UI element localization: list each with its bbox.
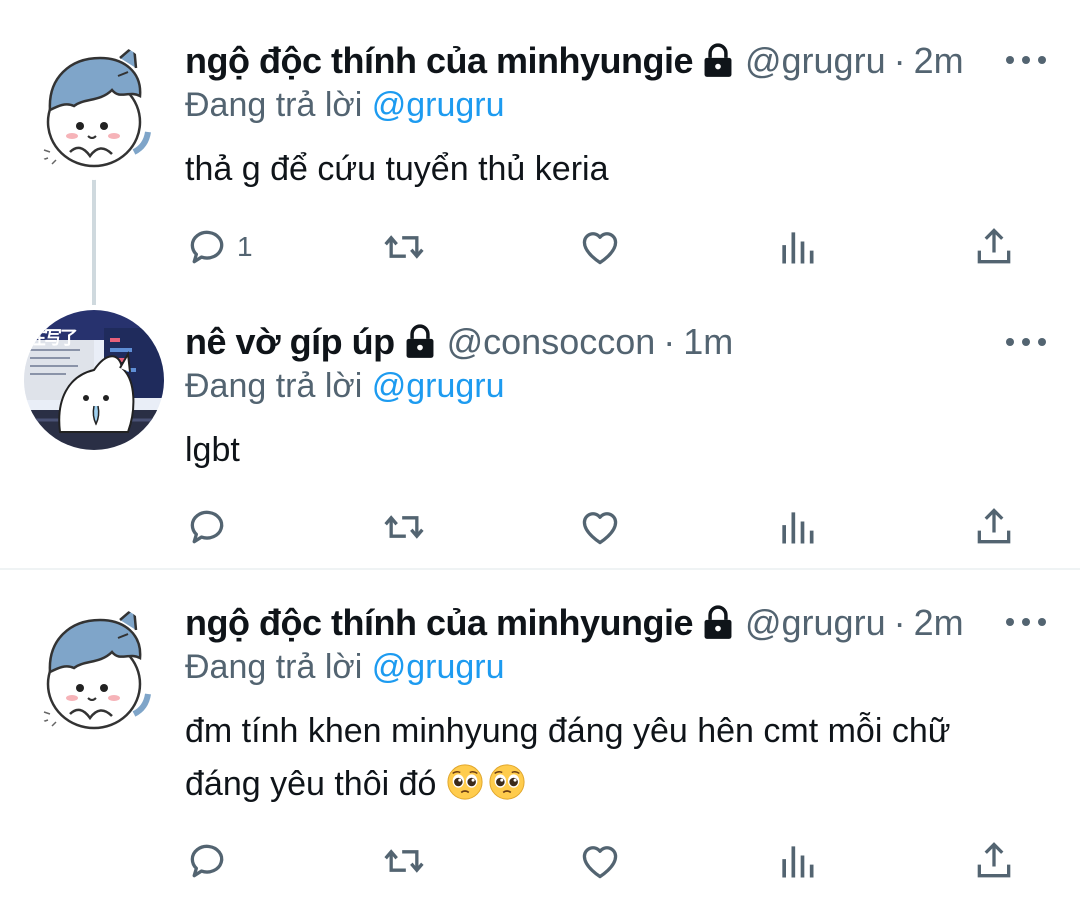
text-line: thả g để cứu tuyển thủ keria: [185, 150, 609, 188]
share-icon: [972, 839, 1016, 883]
reply-icon: [185, 505, 229, 549]
separator: ·: [893, 40, 906, 81]
more-icon[interactable]: [1006, 612, 1046, 632]
reply-prefix: Đang trả lời: [185, 367, 363, 405]
like-icon: [578, 225, 622, 269]
tweet[interactable]: ngộ độc thính của minhyungie @grugru · 2…: [0, 570, 1080, 897]
tweet[interactable]: ngộ độc thính của minhyungie @grugru · 2…: [0, 0, 1080, 305]
more-icon[interactable]: [1006, 50, 1046, 70]
views-button[interactable]: [775, 502, 819, 552]
avatar[interactable]: [24, 602, 164, 742]
tweet-header: nê vờ gíp úp @consoccon · 1m: [185, 317, 980, 367]
views-icon: [775, 225, 819, 269]
reply-button[interactable]: 1: [185, 222, 253, 272]
replying-to: Đang trả lời @grugru: [185, 86, 505, 125]
text-line: đm tính khen minhyung đáng yêu hên cmt m…: [185, 712, 951, 750]
like-button[interactable]: [578, 222, 622, 272]
pleading-face-emoji: [446, 763, 484, 801]
reply-count: 1: [237, 231, 253, 262]
reply-button[interactable]: [185, 836, 229, 886]
text-line: đáng yêu thôi đó: [185, 765, 437, 803]
reply-prefix: Đang trả lời: [185, 648, 363, 686]
display-name[interactable]: ngộ độc thính của minhyungie: [185, 602, 693, 644]
timestamp[interactable]: 2m: [914, 40, 964, 82]
retweet-button[interactable]: [382, 502, 426, 552]
reply-prefix: Đang trả lời: [185, 86, 363, 124]
avatar[interactable]: [24, 40, 164, 180]
timestamp[interactable]: 2m: [914, 602, 964, 644]
handle[interactable]: @grugru: [745, 40, 886, 82]
separator: ·: [893, 602, 906, 643]
like-button[interactable]: [578, 502, 622, 552]
replying-to: Đang trả lời @grugru: [185, 648, 505, 687]
views-icon: [775, 839, 819, 883]
share-icon: [972, 505, 1016, 549]
action-bar: [0, 836, 1080, 886]
handle[interactable]: @consoccon: [447, 321, 656, 363]
text-line: lgbt: [185, 431, 240, 469]
reply-button[interactable]: [185, 502, 229, 552]
tweet[interactable]: 在写了 nê vờ gíp úp @consoccon · 1m Đang tr…: [0, 300, 1080, 568]
tweet-text: thả g để cứu tuyển thủ keria: [185, 143, 1020, 196]
more-icon[interactable]: [1006, 332, 1046, 352]
retweet-icon: [382, 839, 426, 883]
tweet-text: đm tính khen minhyung đáng yêu hên cmt m…: [185, 705, 1020, 811]
retweet-icon: [382, 505, 426, 549]
views-button[interactable]: [775, 222, 819, 272]
lock-icon: [699, 42, 737, 80]
retweet-icon: [382, 225, 426, 269]
action-bar: 1: [0, 222, 1080, 272]
share-button[interactable]: [972, 502, 1016, 552]
tweet-text: lgbt: [185, 424, 1020, 477]
pleading-face-emoji: [488, 763, 526, 801]
lock-icon: [699, 604, 737, 642]
tweet-header: ngộ độc thính của minhyungie @grugru · 2…: [185, 598, 980, 648]
retweet-button[interactable]: [382, 836, 426, 886]
views-button[interactable]: [775, 836, 819, 886]
text-line-with-emoji: đáng yêu thôi đó: [185, 758, 1020, 811]
action-bar: [0, 502, 1080, 552]
retweet-button[interactable]: [382, 222, 426, 272]
tweet-header: ngộ độc thính của minhyungie @grugru · 2…: [185, 36, 980, 86]
display-name[interactable]: ngộ độc thính của minhyungie: [185, 40, 693, 82]
timestamp[interactable]: 1m: [683, 321, 733, 363]
share-button[interactable]: [972, 222, 1016, 272]
share-icon: [972, 225, 1016, 269]
mention-link[interactable]: @grugru: [372, 648, 505, 686]
avatar[interactable]: 在写了: [24, 310, 164, 450]
separator: ·: [663, 321, 676, 362]
lock-icon: [401, 323, 439, 361]
like-icon: [578, 505, 622, 549]
like-icon: [578, 839, 622, 883]
handle[interactable]: @grugru: [745, 602, 886, 644]
avatar-chinese-text: 在写了: [28, 328, 78, 349]
like-button[interactable]: [578, 836, 622, 886]
replying-to: Đang trả lời @grugru: [185, 367, 505, 406]
mention-link[interactable]: @grugru: [372, 367, 505, 405]
display-name[interactable]: nê vờ gíp úp: [185, 321, 395, 363]
reply-icon: [185, 839, 229, 883]
reply-icon: [185, 225, 229, 269]
share-button[interactable]: [972, 836, 1016, 886]
mention-link[interactable]: @grugru: [372, 86, 505, 124]
views-icon: [775, 505, 819, 549]
